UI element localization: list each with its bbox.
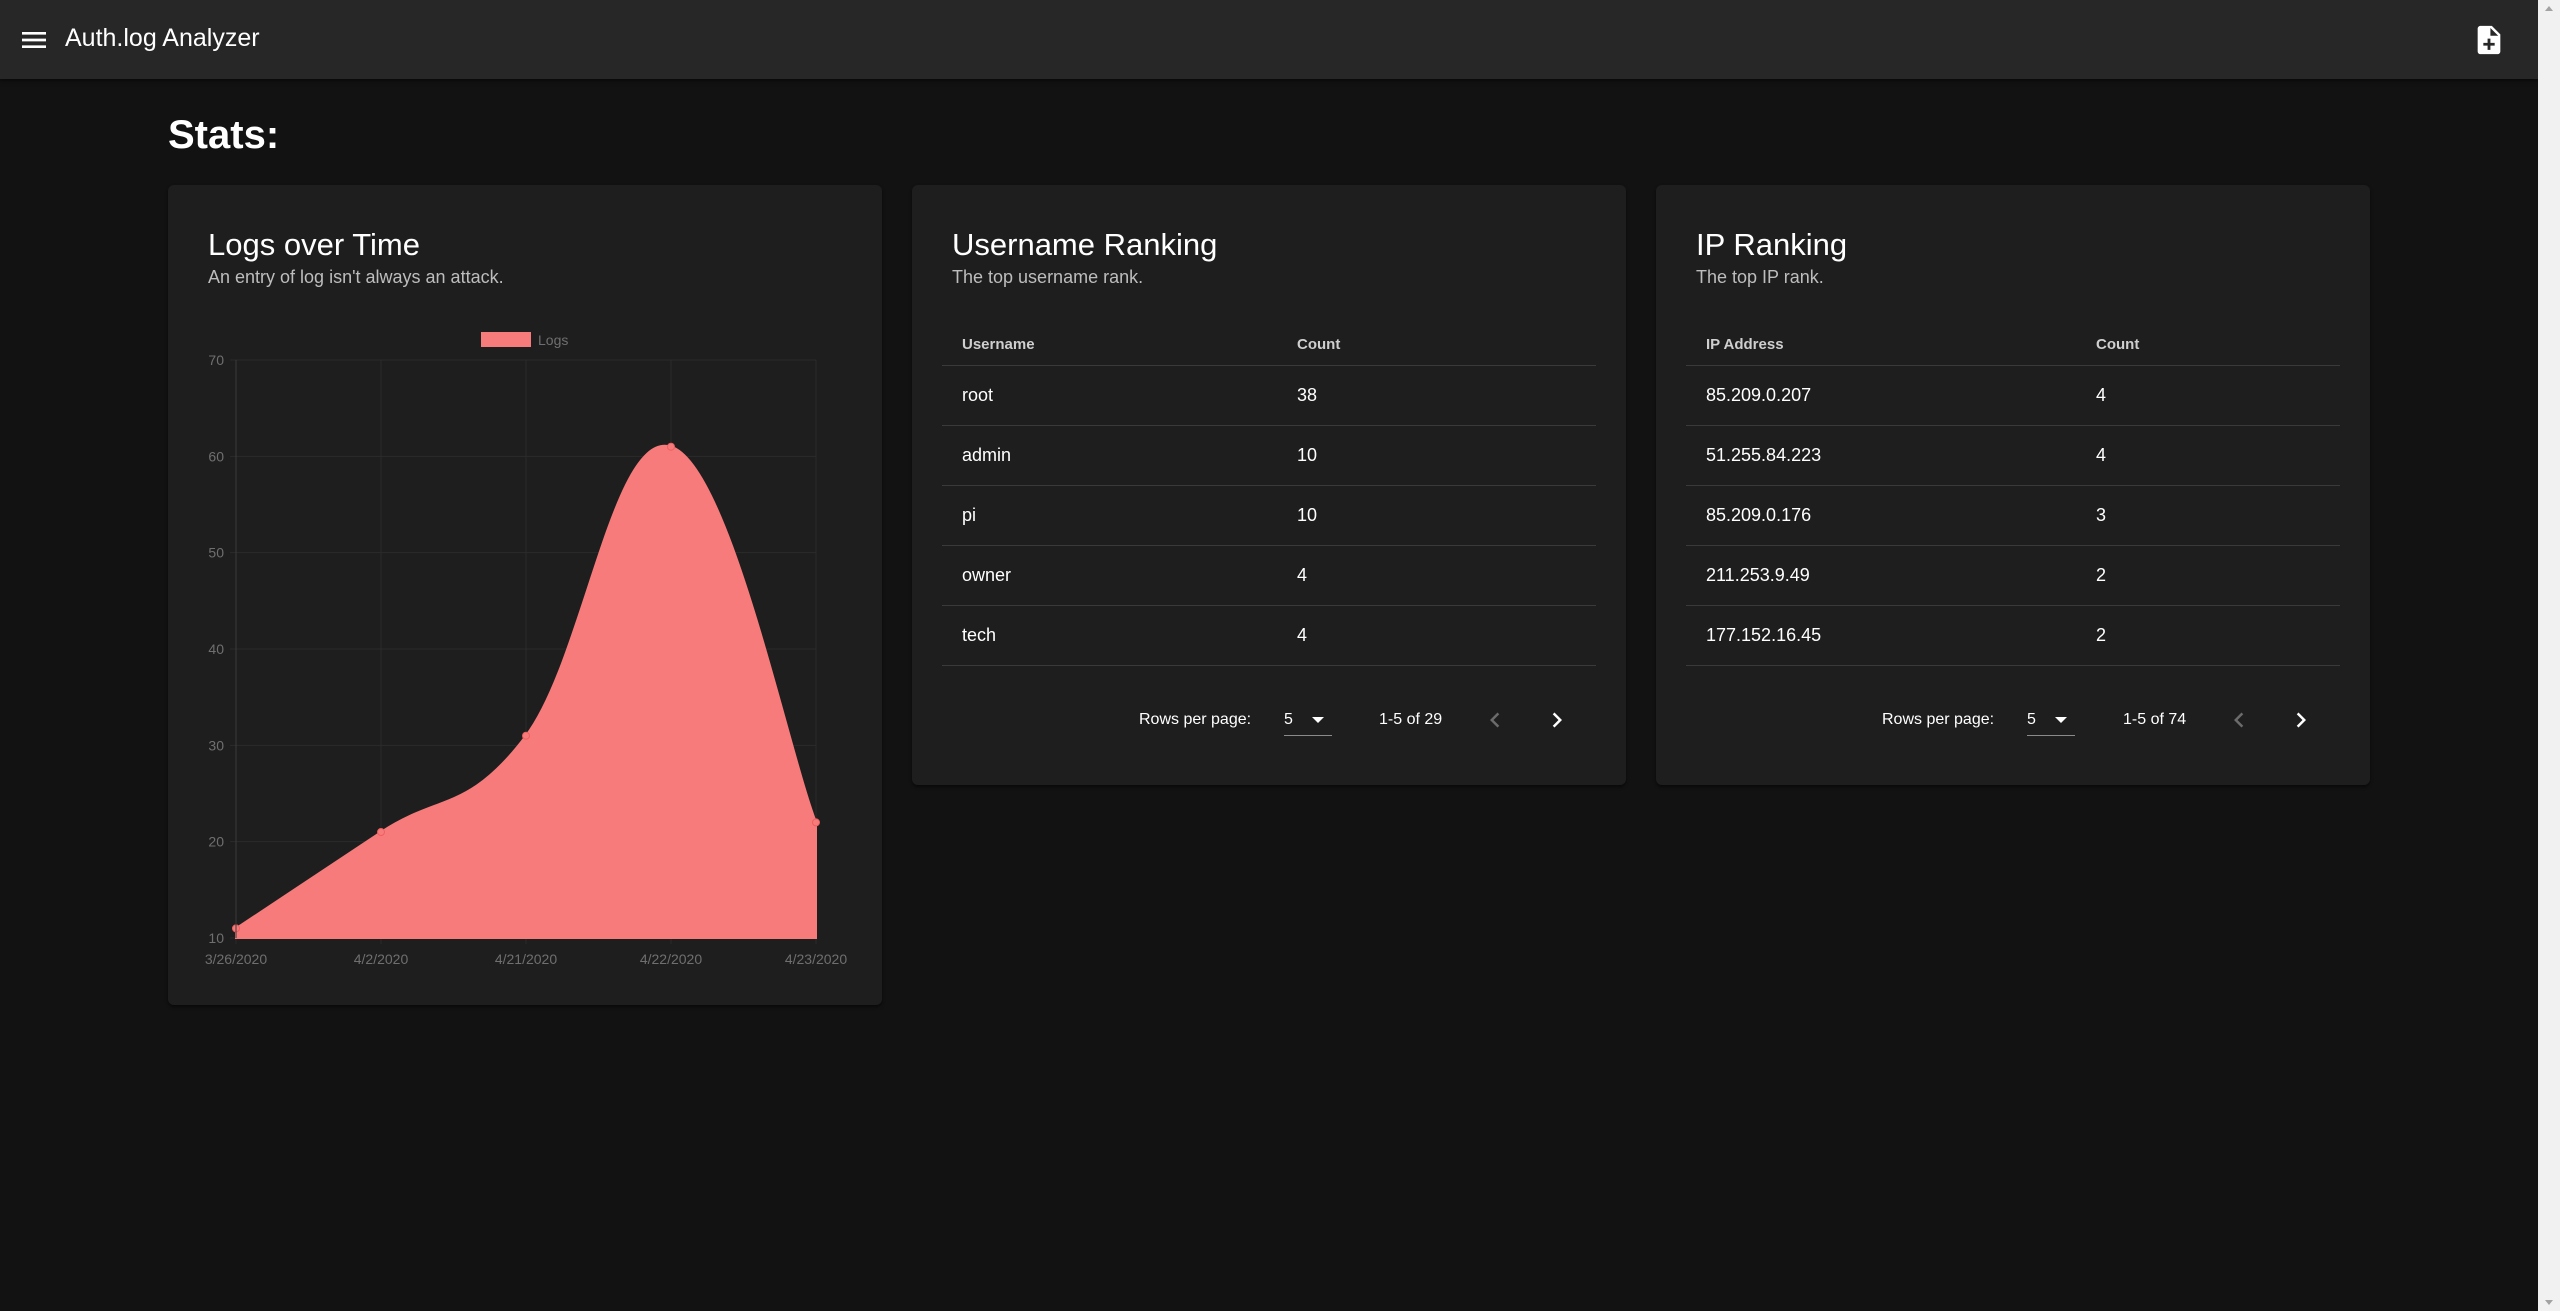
logs-over-time-card: Logs over Time An entry of log isn't alw…	[168, 185, 882, 1005]
table-header: IP Address Count	[1686, 323, 2340, 366]
table-row[interactable]: 177.152.16.45 2	[1686, 606, 2340, 666]
rows-per-page-label: Rows per page:	[1139, 711, 1252, 728]
card-title: IP Ranking	[1696, 227, 1848, 262]
next-page-icon[interactable]	[2286, 705, 2316, 735]
dropdown-arrow-icon	[1312, 717, 1324, 723]
table-row[interactable]: admin 10	[942, 426, 1596, 486]
rows-per-page-select[interactable]: 5	[1284, 707, 1332, 736]
table-row[interactable]: 85.209.0.207 4	[1686, 366, 2340, 426]
count-cell: 38	[1297, 385, 1318, 405]
pagination-range: 1-5 of 74	[2123, 711, 2187, 728]
ip-ranking-card: IP Ranking The top IP rank. IP Address C…	[1656, 185, 2370, 785]
x-tick-label: 4/22/2020	[640, 951, 702, 967]
menu-icon[interactable]	[18, 24, 50, 56]
ip-cell: 211.253.9.49	[1706, 565, 1810, 585]
table-pagination: Rows per page: 5 1-5 of 74	[1656, 703, 2370, 737]
logs-data-point	[377, 828, 385, 837]
y-tick-label: 20	[208, 834, 224, 850]
username-ranking-card: Username Ranking The top username rank. …	[912, 185, 1626, 785]
app-bar: Auth.log Analyzer	[0, 0, 2538, 79]
scroll-down-arrow-icon[interactable]	[2545, 1300, 2553, 1305]
logs-chart: 10 20 30 40 50 60 70 3/26/2020 4/2/2020 4/21/2020…	[205, 332, 847, 967]
page-scrollbar[interactable]	[2538, 0, 2560, 1311]
table-row[interactable]: tech 4	[942, 606, 1596, 666]
legend-label: Logs	[538, 332, 568, 348]
page-title: Stats:	[168, 113, 280, 157]
x-tick-label: 3/26/2020	[205, 951, 267, 967]
app-title: Auth.log Analyzer	[65, 24, 260, 52]
table-row[interactable]: 211.253.9.49 2	[1686, 546, 2340, 606]
rows-per-page-value: 5	[1284, 711, 1293, 728]
y-tick-label: 60	[208, 448, 224, 464]
column-header-ip-address[interactable]: IP Address	[1706, 336, 1784, 353]
username-cell: pi	[962, 505, 977, 525]
column-header-username[interactable]: Username	[962, 336, 1035, 353]
count-cell: 2	[2096, 565, 2107, 585]
y-tick-label: 70	[208, 352, 224, 368]
previous-page-icon[interactable]	[2224, 705, 2254, 735]
scroll-up-arrow-icon[interactable]	[2545, 6, 2553, 11]
ip-table: IP Address Count 85.209.0.207 4 51.255.84…	[1686, 323, 2340, 666]
logs-data-point	[667, 442, 675, 451]
logs-data-point	[522, 731, 530, 740]
username-cell: root	[962, 385, 994, 405]
rows-per-page-value: 5	[2027, 711, 2036, 728]
table-row[interactable]: root 38	[942, 366, 1596, 426]
ip-cell: 85.209.0.176	[1706, 505, 1812, 525]
username-table: Username Count root 38 admin 10 pi 10 owner…	[942, 323, 1596, 666]
y-tick-label: 10	[208, 930, 224, 946]
y-tick-label: 40	[208, 641, 224, 657]
column-header-count[interactable]: Count	[2096, 336, 2139, 353]
table-row[interactable]: owner 4	[942, 546, 1596, 606]
previous-page-icon[interactable]	[1480, 705, 1510, 735]
count-cell: 2	[2096, 625, 2107, 645]
x-tick-label: 4/2/2020	[354, 951, 409, 967]
dropdown-arrow-icon	[2055, 717, 2067, 723]
table-header: Username Count	[942, 323, 1596, 366]
column-header-count[interactable]: Count	[1297, 336, 1340, 353]
rows-per-page-select[interactable]: 5	[2027, 707, 2075, 736]
pagination-range: 1-5 of 29	[1379, 711, 1443, 728]
ip-cell: 51.255.84.223	[1706, 445, 1822, 465]
count-cell: 4	[2096, 385, 2107, 405]
count-cell: 3	[2096, 505, 2107, 525]
x-tick-label: 4/21/2020	[495, 951, 557, 967]
table-pagination: Rows per page: 5 1-5 of 29	[912, 703, 1626, 737]
username-cell: admin	[962, 445, 1012, 465]
y-tick-label: 30	[208, 737, 224, 753]
y-tick-label: 50	[208, 545, 224, 561]
rows-per-page-label: Rows per page:	[1882, 711, 1995, 728]
table-row[interactable]: pi 10	[942, 486, 1596, 546]
ip-cell: 85.209.0.207	[1706, 385, 1812, 405]
count-cell: 4	[1297, 565, 1308, 585]
count-cell: 4	[2096, 445, 2107, 465]
table-row[interactable]: 85.209.0.176 3	[1686, 486, 2340, 546]
logs-data-point	[812, 818, 820, 827]
username-cell: owner	[962, 565, 1012, 585]
card-subtitle: The top username rank.	[952, 267, 1144, 287]
username-cell: tech	[962, 625, 997, 645]
next-page-icon[interactable]	[1542, 705, 1572, 735]
ip-cell: 177.152.16.45	[1706, 625, 1822, 645]
note-add-icon[interactable]	[2472, 23, 2506, 57]
count-cell: 10	[1297, 505, 1318, 525]
count-cell: 10	[1297, 445, 1318, 465]
x-tick-label: 4/23/2020	[785, 951, 847, 967]
count-cell: 4	[1297, 625, 1308, 645]
legend-swatch	[481, 332, 531, 347]
card-subtitle: The top IP rank.	[1696, 267, 1824, 287]
table-row[interactable]: 51.255.84.223 4	[1686, 426, 2340, 486]
card-title: Username Ranking	[952, 227, 1218, 262]
